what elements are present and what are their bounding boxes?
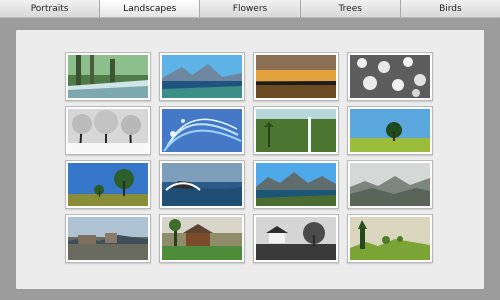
photo-lone-tree-field: [350, 109, 430, 152]
thumbnail-mountain-lake[interactable]: [253, 160, 339, 209]
tab-flowers[interactable]: Flowers: [200, 0, 301, 17]
gallery-panel: [16, 30, 484, 289]
thumbnail-lone-tree-field[interactable]: [347, 106, 433, 155]
thumbnail-forest-stream[interactable]: [65, 52, 151, 101]
photo-misty-valley: [350, 163, 430, 206]
photo-forest-stream: [68, 55, 148, 98]
photo-snowy-rocks: [350, 55, 430, 98]
thumbnail-grid: [65, 52, 433, 263]
thumbnail-misty-valley[interactable]: [347, 160, 433, 209]
photo-mountain-lake: [256, 163, 336, 206]
photo-ocean-wave-rock: [162, 163, 242, 206]
thumbnail-digital-waves[interactable]: [159, 106, 245, 155]
photo-waterfall: [256, 109, 336, 152]
thumbnail-sunset-lake[interactable]: [253, 52, 339, 101]
tab-trees[interactable]: Trees: [300, 0, 401, 17]
thumbnail-ocean-wave-rock[interactable]: [159, 160, 245, 209]
tab-landscapes[interactable]: Landscapes: [100, 0, 201, 17]
photo-green-hills: [350, 217, 430, 260]
thumbnail-coastal-bay[interactable]: [159, 52, 245, 101]
thumbnail-farmhouse-tree[interactable]: [253, 214, 339, 263]
thumbnail-rocky-shore[interactable]: [65, 214, 151, 263]
thumbnail-cottage-garden[interactable]: [159, 214, 245, 263]
photo-coastal-bay: [162, 55, 242, 98]
photo-frosted-trees: [68, 109, 148, 152]
gallery-page: Portraits Landscapes Flowers Trees Birds: [0, 0, 500, 300]
thumbnail-green-hills[interactable]: [347, 214, 433, 263]
tab-birds[interactable]: Birds: [400, 0, 500, 17]
category-tabs: Portraits Landscapes Flowers Trees Birds: [0, 0, 500, 18]
thumbnail-waterfall[interactable]: [253, 106, 339, 155]
photo-cottage-garden: [162, 217, 242, 260]
thumbnail-savanna-trees[interactable]: [65, 160, 151, 209]
thumbnail-frosted-trees[interactable]: [65, 106, 151, 155]
photo-farmhouse-tree: [256, 217, 336, 260]
photo-digital-waves: [162, 109, 242, 152]
tab-portraits[interactable]: Portraits: [0, 0, 101, 17]
photo-savanna-trees: [68, 163, 148, 206]
photo-rocky-shore: [68, 217, 148, 260]
thumbnail-snowy-rocks[interactable]: [347, 52, 433, 101]
photo-sunset-lake: [256, 55, 336, 98]
